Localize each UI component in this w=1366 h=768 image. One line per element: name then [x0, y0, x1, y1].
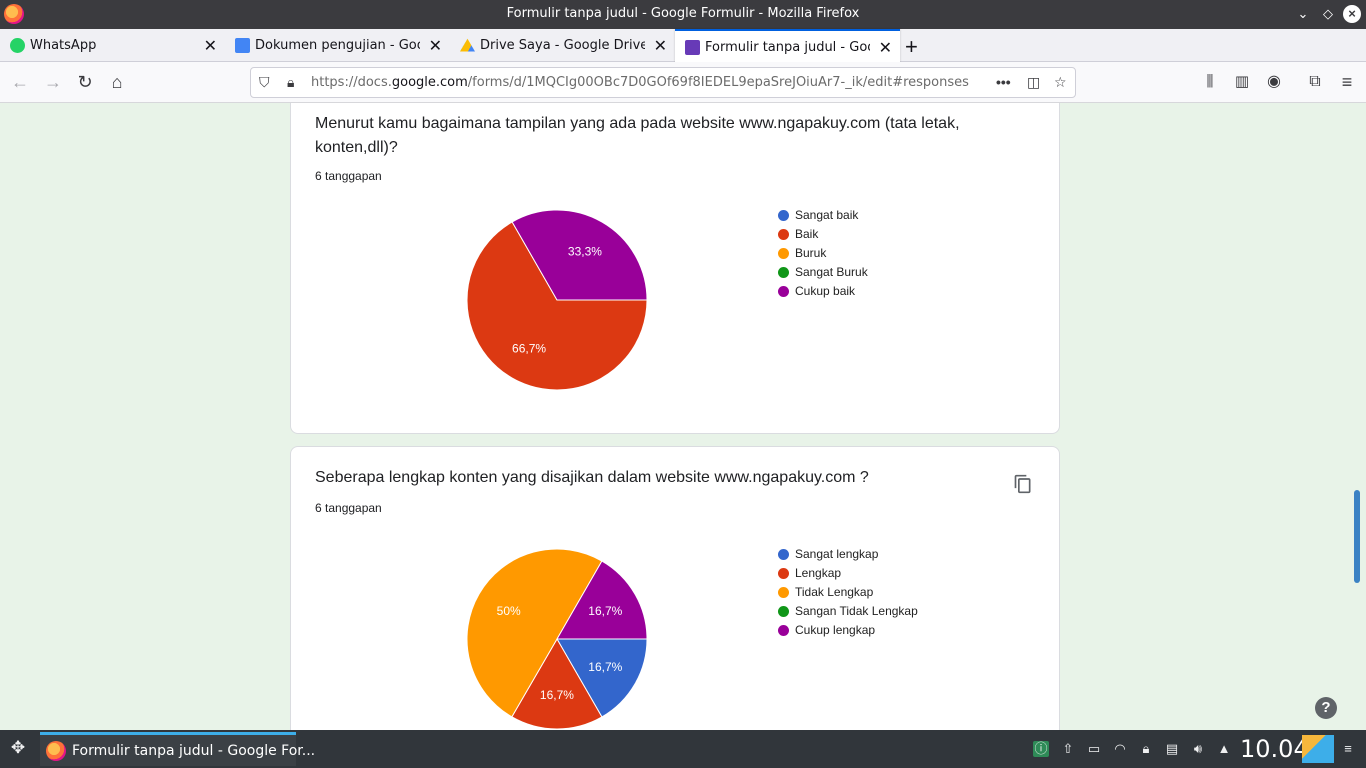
drive-icon: [460, 38, 475, 52]
legend-dot: [778, 229, 789, 240]
pie-slice-label: 16,7%: [588, 604, 622, 618]
pie-chart-svg: 16,7% 16,7% 50% 16,7%: [466, 548, 648, 730]
pie-slice-label: 50%: [497, 604, 521, 618]
tab-label: Dokumen pengujian - Goo: [255, 38, 420, 53]
lock-tray-icon[interactable]: 🔒︎: [1138, 741, 1154, 757]
account-icon[interactable]: ◉: [1263, 71, 1285, 93]
taskbar-item-label: Formulir tanpa judul - Google For...: [72, 743, 316, 759]
tab-drive[interactable]: Drive Saya - Google Drive ✕: [450, 29, 675, 62]
tab-label: Drive Saya - Google Drive: [480, 38, 645, 53]
legend-dot: [778, 606, 789, 617]
forward-icon[interactable]: →: [42, 71, 64, 93]
legend-label: Sangat lengkap: [795, 547, 879, 561]
help-icon[interactable]: ?: [1315, 697, 1337, 719]
reload-icon[interactable]: ↻: [74, 71, 96, 93]
clock[interactable]: 10.04: [1240, 735, 1309, 763]
legend-label: Buruk: [795, 246, 827, 260]
legend-label: Cukup baik: [795, 284, 856, 298]
close-tab-icon[interactable]: ✕: [879, 38, 892, 58]
pie-chart-1: 66,7% 33,3%: [465, 208, 649, 392]
url-text[interactable]: https://docs.google.com/forms/d/1MQCIg00…: [311, 75, 969, 90]
tab-whatsapp[interactable]: WhatsApp ✕: [0, 29, 225, 62]
pie-chart-svg: 66,7% 33,3%: [466, 209, 648, 391]
taskbar-item-firefox[interactable]: Formulir tanpa judul - Google For...: [40, 732, 315, 766]
question-title: Seberapa lengkap konten yang disajikan d…: [315, 469, 869, 486]
docs-icon: [235, 38, 250, 53]
info-tray-icon[interactable]: ⓘ: [1033, 741, 1049, 757]
pie-slice-label: 16,7%: [540, 688, 574, 702]
pie-slice-label: 33,3%: [568, 245, 602, 259]
pie-slice-label: 16,7%: [588, 660, 622, 674]
shield-icon[interactable]: ⛉: [259, 74, 270, 91]
tray-expand-icon[interactable]: ▲: [1216, 741, 1232, 757]
response-count: 6 tanggapan: [315, 501, 382, 515]
forms-icon: [685, 40, 700, 55]
close-tab-icon[interactable]: ✕: [429, 36, 442, 56]
question-card-1: Menurut kamu bagaimana tampilan yang ada…: [290, 103, 1060, 434]
back-icon[interactable]: ←: [9, 71, 31, 93]
page-content: Menurut kamu bagaimana tampilan yang ada…: [0, 103, 1366, 730]
pocket-icon[interactable]: ◫: [1027, 74, 1040, 91]
nav-bar: ← → ↻ ⌂ ⛉ 🔒︎ https://docs.google.com/for…: [0, 62, 1366, 103]
tab-dokumen[interactable]: Dokumen pengujian - Goo ✕: [225, 29, 450, 62]
legend-label: Sangat baik: [795, 208, 859, 222]
show-desktop-icon[interactable]: [1302, 735, 1334, 763]
sidebar-icon[interactable]: ▥: [1231, 71, 1253, 93]
clipboard-icon[interactable]: ▤: [1164, 741, 1180, 757]
legend-dot: [778, 267, 789, 278]
battery-icon[interactable]: ▭: [1086, 741, 1102, 757]
tab-label: Formulir tanpa judul - Goo: [705, 40, 870, 55]
home-icon[interactable]: ⌂: [106, 71, 128, 93]
question-title: Menurut kamu bagaimana tampilan yang ada…: [315, 115, 960, 156]
legend-label: Cukup lengkap: [795, 623, 876, 637]
legend-label: Tidak Lengkap: [795, 585, 874, 599]
legend-label: Sangat Buruk: [795, 265, 868, 279]
legend-dot: [778, 568, 789, 579]
app-launcher-icon[interactable]: ✥: [10, 739, 26, 756]
question-card-2: Seberapa lengkap konten yang disajikan d…: [290, 446, 1060, 730]
close-tab-icon[interactable]: ✕: [654, 36, 667, 56]
window-title: Formulir tanpa judul - Google Formulir -…: [506, 6, 860, 21]
response-count: 6 tanggapan: [315, 169, 382, 183]
url-bar[interactable]: ⛉ 🔒︎ https://docs.google.com/forms/d/1MQ…: [250, 67, 1076, 98]
pie-slice-label: 66,7%: [512, 341, 546, 355]
maximize-icon[interactable]: ◇: [1319, 5, 1337, 23]
legend-dot: [778, 625, 789, 636]
update-tray-icon[interactable]: ⇧: [1060, 741, 1076, 757]
close-tab-icon[interactable]: ✕: [204, 36, 217, 56]
taskbar: ✥ Formulir tanpa judul - Google For... ⓘ…: [0, 730, 1366, 768]
legend-dot: [778, 549, 789, 560]
panel-menu-icon[interactable]: ≡: [1340, 741, 1356, 757]
legend-dot: [778, 248, 789, 259]
page-scrollbar[interactable]: [1354, 490, 1360, 583]
wifi-icon[interactable]: ◠: [1112, 741, 1128, 757]
close-window-icon[interactable]: ×: [1343, 5, 1361, 23]
firefox-icon: [46, 741, 66, 761]
new-tab-icon[interactable]: +: [905, 34, 918, 60]
tab-label: WhatsApp: [30, 38, 97, 53]
legend-dot: [778, 286, 789, 297]
legend-label: Baik: [795, 227, 819, 241]
legend-dot: [778, 587, 789, 598]
menu-icon[interactable]: ≡: [1336, 71, 1358, 93]
window-titlebar: Formulir tanpa judul - Google Formulir -…: [0, 0, 1366, 29]
volume-icon[interactable]: 🔊︎: [1190, 741, 1206, 757]
pie-chart-2: 16,7% 16,7% 50% 16,7%: [465, 547, 649, 730]
lock-icon[interactable]: 🔒︎: [287, 74, 294, 91]
legend-label: Sangan Tidak Lengkap: [795, 604, 918, 618]
page-actions-icon[interactable]: •••: [996, 74, 1011, 90]
library-icon[interactable]: ⫼: [1199, 71, 1221, 93]
extensions-icon[interactable]: ⧉: [1304, 71, 1326, 93]
copy-chart-icon[interactable]: [1013, 473, 1033, 495]
tab-bar: WhatsApp ✕ Dokumen pengujian - Goo ✕ Dri…: [0, 29, 1366, 62]
legend-label: Lengkap: [795, 566, 842, 580]
whatsapp-icon: [10, 38, 25, 53]
tab-formulir[interactable]: Formulir tanpa judul - Goo ✕: [675, 29, 900, 62]
legend-dot: [778, 210, 789, 221]
minimize-icon[interactable]: ⌄: [1294, 5, 1312, 23]
bookmark-star-icon[interactable]: ☆: [1054, 74, 1067, 91]
